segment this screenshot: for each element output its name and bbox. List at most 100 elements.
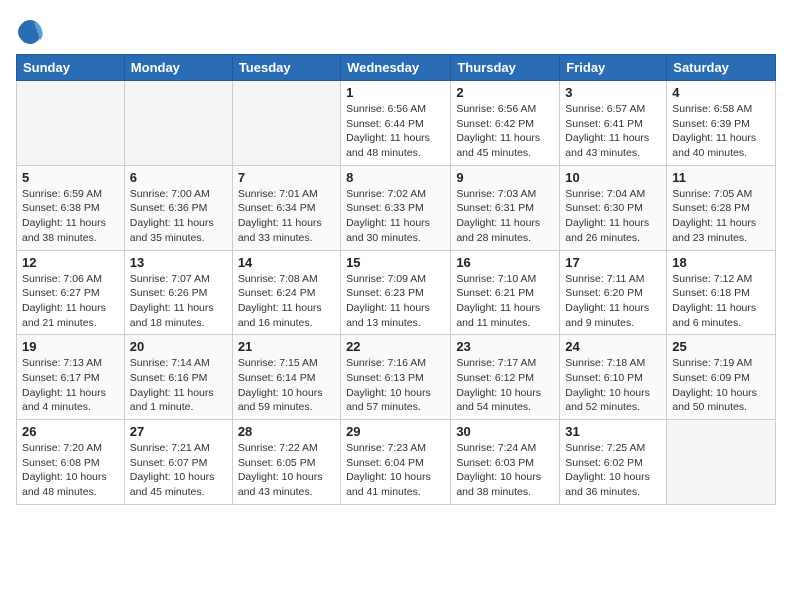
day-info: Sunrise: 6:57 AM Sunset: 6:41 PM Dayligh…	[565, 102, 661, 161]
calendar-week-row: 26Sunrise: 7:20 AM Sunset: 6:08 PM Dayli…	[17, 420, 776, 505]
calendar-day-cell: 21Sunrise: 7:15 AM Sunset: 6:14 PM Dayli…	[232, 335, 340, 420]
day-number: 28	[238, 424, 335, 439]
calendar-header-saturday: Saturday	[667, 55, 776, 81]
day-number: 27	[130, 424, 227, 439]
day-number: 7	[238, 170, 335, 185]
calendar-table: SundayMondayTuesdayWednesdayThursdayFrid…	[16, 54, 776, 505]
calendar-day-cell: 18 Sunrise: 7:12 AM Sunset: 6:18 PM Dayli…	[667, 250, 776, 335]
day-number: 16	[456, 255, 554, 270]
day-info: Sunrise: 7:13 AM Sunset: 6:17 PM Dayligh…	[22, 356, 119, 415]
day-info: Sunrise: 7:09 AM Sunset: 6:23 PM Dayligh…	[346, 272, 445, 331]
calendar-header-wednesday: Wednesday	[341, 55, 451, 81]
day-info: Sunrise: 6:56 AM Sunset: 6:44 PM Dayligh…	[346, 102, 445, 161]
calendar-day-cell: 11 Sunrise: 7:05 AM Sunset: 6:28 PM Dayli…	[667, 165, 776, 250]
calendar-header-row: SundayMondayTuesdayWednesdayThursdayFrid…	[17, 55, 776, 81]
day-info: Sunrise: 7:05 AM Sunset: 6:28 PM Dayligh…	[672, 187, 770, 246]
calendar-week-row: 12 Sunrise: 7:06 AM Sunset: 6:27 PM Dayli…	[17, 250, 776, 335]
day-number: 14	[238, 255, 335, 270]
calendar-day-cell: 25 Sunrise: 7:19 AM Sunset: 6:09 PM Dayli…	[667, 335, 776, 420]
day-info: Sunrise: 7:18 AM Sunset: 6:10 PM Dayligh…	[565, 356, 661, 415]
day-number: 3	[565, 85, 661, 100]
day-info: Sunrise: 7:07 AM Sunset: 6:26 PM Dayligh…	[130, 272, 227, 331]
calendar-header-sunday: Sunday	[17, 55, 125, 81]
day-info: Sunrise: 7:00 AM Sunset: 6:36 PM Dayligh…	[130, 187, 227, 246]
day-info: Sunrise: 7:10 AM Sunset: 6:21 PM Dayligh…	[456, 272, 554, 331]
day-number: 19	[22, 339, 119, 354]
day-info: Sunrise: 7:02 AM Sunset: 6:33 PM Dayligh…	[346, 187, 445, 246]
calendar-day-cell	[124, 81, 232, 166]
calendar-day-cell: 4 Sunrise: 6:58 AM Sunset: 6:39 PM Daylig…	[667, 81, 776, 166]
day-number: 15	[346, 255, 445, 270]
day-info: Sunrise: 7:14 AM Sunset: 6:16 PM Dayligh…	[130, 356, 227, 415]
day-number: 11	[672, 170, 770, 185]
day-number: 25	[672, 339, 770, 354]
day-number: 1	[346, 85, 445, 100]
calendar-day-cell: 12 Sunrise: 7:06 AM Sunset: 6:27 PM Dayli…	[17, 250, 125, 335]
calendar-day-cell: 1 Sunrise: 6:56 AM Sunset: 6:44 PM Daylig…	[341, 81, 451, 166]
calendar-day-cell: 23Sunrise: 7:17 AM Sunset: 6:12 PM Dayli…	[451, 335, 560, 420]
page-header	[16, 16, 776, 44]
calendar-day-cell	[17, 81, 125, 166]
calendar-day-cell: 22 Sunrise: 7:16 AM Sunset: 6:13 PM Dayli…	[341, 335, 451, 420]
calendar-day-cell: 26Sunrise: 7:20 AM Sunset: 6:08 PM Dayli…	[17, 420, 125, 505]
day-info: Sunrise: 7:06 AM Sunset: 6:27 PM Dayligh…	[22, 272, 119, 331]
day-number: 5	[22, 170, 119, 185]
day-info: Sunrise: 7:16 AM Sunset: 6:13 PM Dayligh…	[346, 356, 445, 415]
calendar-day-cell: 3 Sunrise: 6:57 AM Sunset: 6:41 PM Daylig…	[560, 81, 667, 166]
calendar-header-friday: Friday	[560, 55, 667, 81]
day-number: 12	[22, 255, 119, 270]
day-info: Sunrise: 7:20 AM Sunset: 6:08 PM Dayligh…	[22, 441, 119, 500]
calendar-day-cell: 10Sunrise: 7:04 AM Sunset: 6:30 PM Dayli…	[560, 165, 667, 250]
day-number: 24	[565, 339, 661, 354]
calendar-week-row: 1 Sunrise: 6:56 AM Sunset: 6:44 PM Daylig…	[17, 81, 776, 166]
day-number: 4	[672, 85, 770, 100]
day-number: 6	[130, 170, 227, 185]
calendar-day-cell: 6 Sunrise: 7:00 AM Sunset: 6:36 PM Daylig…	[124, 165, 232, 250]
calendar-day-cell: 17 Sunrise: 7:11 AM Sunset: 6:20 PM Dayli…	[560, 250, 667, 335]
calendar-header-monday: Monday	[124, 55, 232, 81]
day-number: 23	[456, 339, 554, 354]
calendar-day-cell: 8 Sunrise: 7:02 AM Sunset: 6:33 PM Daylig…	[341, 165, 451, 250]
day-info: Sunrise: 7:11 AM Sunset: 6:20 PM Dayligh…	[565, 272, 661, 331]
day-number: 29	[346, 424, 445, 439]
day-number: 30	[456, 424, 554, 439]
calendar-week-row: 5 Sunrise: 6:59 AM Sunset: 6:38 PM Daylig…	[17, 165, 776, 250]
day-number: 9	[456, 170, 554, 185]
calendar-day-cell: 27Sunrise: 7:21 AM Sunset: 6:07 PM Dayli…	[124, 420, 232, 505]
calendar-day-cell: 19 Sunrise: 7:13 AM Sunset: 6:17 PM Dayli…	[17, 335, 125, 420]
calendar-day-cell: 15 Sunrise: 7:09 AM Sunset: 6:23 PM Dayli…	[341, 250, 451, 335]
day-number: 22	[346, 339, 445, 354]
day-info: Sunrise: 7:12 AM Sunset: 6:18 PM Dayligh…	[672, 272, 770, 331]
calendar-day-cell: 20Sunrise: 7:14 AM Sunset: 6:16 PM Dayli…	[124, 335, 232, 420]
day-info: Sunrise: 7:01 AM Sunset: 6:34 PM Dayligh…	[238, 187, 335, 246]
day-info: Sunrise: 6:56 AM Sunset: 6:42 PM Dayligh…	[456, 102, 554, 161]
calendar-header-thursday: Thursday	[451, 55, 560, 81]
calendar-week-row: 19 Sunrise: 7:13 AM Sunset: 6:17 PM Dayli…	[17, 335, 776, 420]
calendar-day-cell: 28 Sunrise: 7:22 AM Sunset: 6:05 PM Dayli…	[232, 420, 340, 505]
day-info: Sunrise: 7:22 AM Sunset: 6:05 PM Dayligh…	[238, 441, 335, 500]
day-info: Sunrise: 6:59 AM Sunset: 6:38 PM Dayligh…	[22, 187, 119, 246]
day-number: 18	[672, 255, 770, 270]
calendar-day-cell	[667, 420, 776, 505]
calendar-day-cell: 29Sunrise: 7:23 AM Sunset: 6:04 PM Dayli…	[341, 420, 451, 505]
calendar-day-cell: 13 Sunrise: 7:07 AM Sunset: 6:26 PM Dayli…	[124, 250, 232, 335]
calendar-day-cell: 7 Sunrise: 7:01 AM Sunset: 6:34 PM Daylig…	[232, 165, 340, 250]
calendar-day-cell: 5 Sunrise: 6:59 AM Sunset: 6:38 PM Daylig…	[17, 165, 125, 250]
day-info: Sunrise: 7:03 AM Sunset: 6:31 PM Dayligh…	[456, 187, 554, 246]
calendar-day-cell	[232, 81, 340, 166]
day-number: 31	[565, 424, 661, 439]
calendar-header-tuesday: Tuesday	[232, 55, 340, 81]
day-number: 17	[565, 255, 661, 270]
logo-icon	[16, 16, 44, 44]
day-info: Sunrise: 7:24 AM Sunset: 6:03 PM Dayligh…	[456, 441, 554, 500]
day-number: 8	[346, 170, 445, 185]
day-info: Sunrise: 6:58 AM Sunset: 6:39 PM Dayligh…	[672, 102, 770, 161]
day-info: Sunrise: 7:15 AM Sunset: 6:14 PM Dayligh…	[238, 356, 335, 415]
day-number: 13	[130, 255, 227, 270]
calendar-day-cell: 14Sunrise: 7:08 AM Sunset: 6:24 PM Dayli…	[232, 250, 340, 335]
calendar-day-cell: 24 Sunrise: 7:18 AM Sunset: 6:10 PM Dayli…	[560, 335, 667, 420]
calendar-day-cell: 16 Sunrise: 7:10 AM Sunset: 6:21 PM Dayli…	[451, 250, 560, 335]
logo	[16, 16, 46, 44]
day-info: Sunrise: 7:19 AM Sunset: 6:09 PM Dayligh…	[672, 356, 770, 415]
day-info: Sunrise: 7:25 AM Sunset: 6:02 PM Dayligh…	[565, 441, 661, 500]
